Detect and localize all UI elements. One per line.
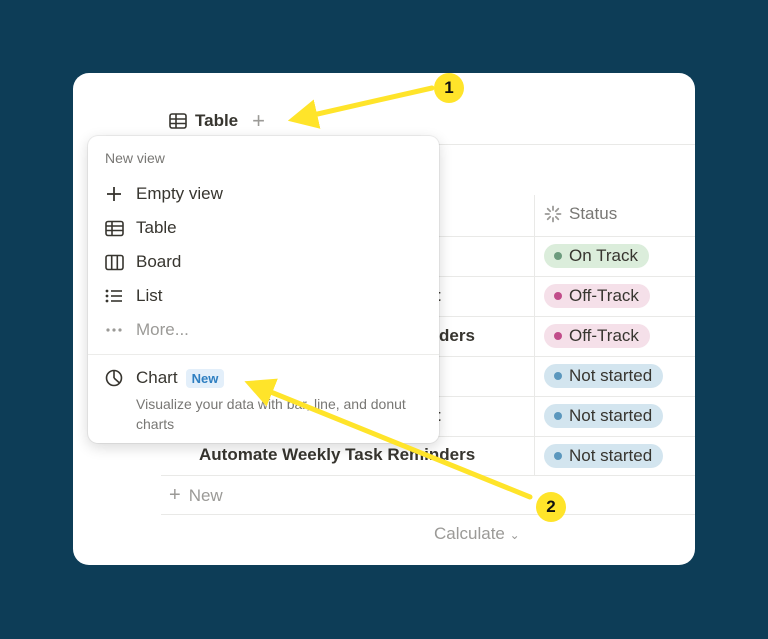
annotation-arrow <box>244 378 533 500</box>
annotation-callout: 1 <box>434 73 464 103</box>
annotation-arrow <box>287 85 435 129</box>
annotation-callout: 2 <box>536 492 566 522</box>
annotation-layer <box>244 85 533 500</box>
